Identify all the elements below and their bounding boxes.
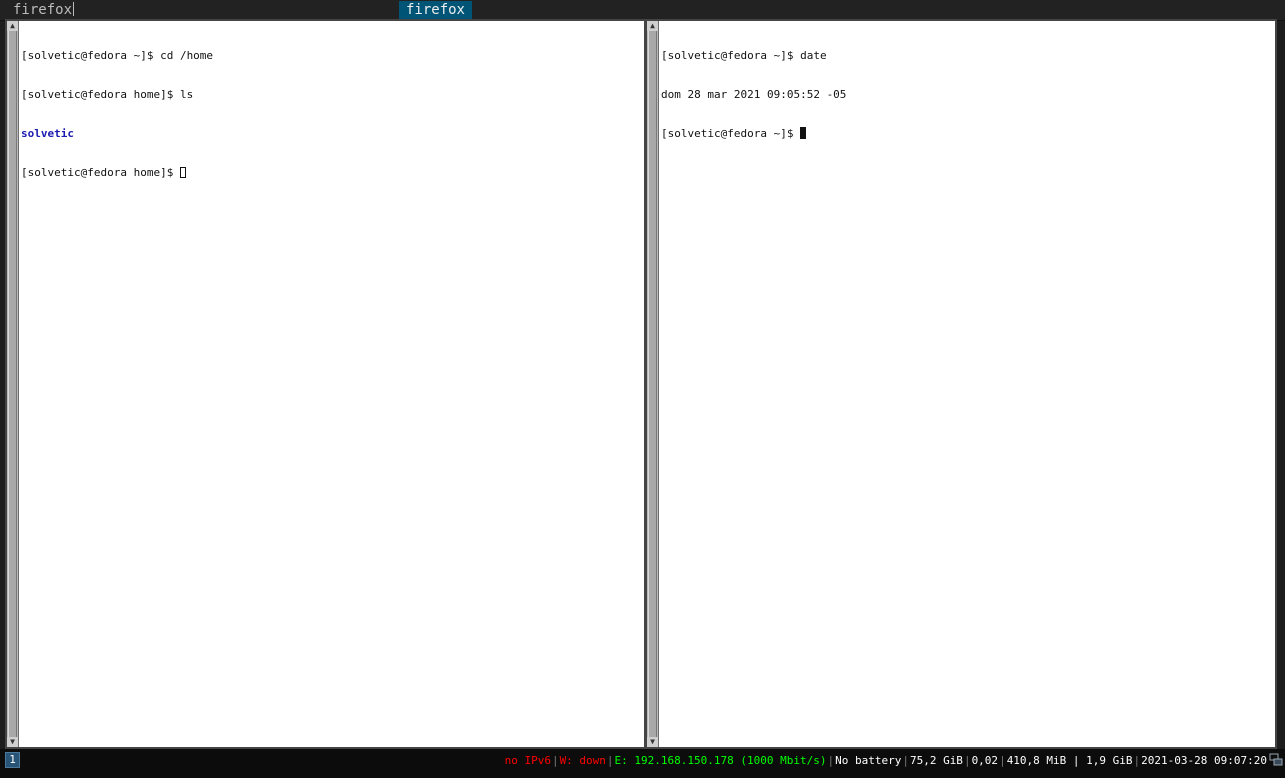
load-status: 0,02 — [971, 754, 999, 767]
datetime-status: 2021-03-28 09:07:20 — [1141, 754, 1267, 767]
prompt-text: [solvetic@fedora ~]$ — [661, 127, 801, 140]
separator: | — [999, 754, 1006, 767]
separator: | — [902, 754, 909, 767]
terminal-window-right[interactable]: ▲ ▼ [solvetic@fedora ~]$ date dom 28 mar… — [645, 19, 1277, 749]
cursor-focused — [800, 127, 807, 139]
memory-status: 410,8 MiB | 1,9 GiB — [1006, 754, 1133, 767]
scroll-thumb[interactable] — [648, 31, 657, 737]
terminal-line: dom 28 mar 2021 09:05:52 -05 — [661, 88, 847, 101]
desktop: firefox firefox ▲ ▼ [solvetic@fedora ~]$… — [0, 0, 1285, 778]
separator: | — [551, 754, 559, 767]
text-caret — [73, 2, 75, 16]
scroll-down-arrow-icon[interactable]: ▼ — [647, 737, 658, 747]
network-icon[interactable] — [1269, 753, 1283, 767]
ethernet-status: E: 192.168.150.178 (1000 Mbit/s) — [614, 754, 827, 767]
scroll-up-arrow-icon[interactable]: ▲ — [7, 21, 18, 31]
battery-status: No battery — [835, 754, 902, 767]
terminal-prompt-line[interactable]: [solvetic@fedora ~]$ — [661, 127, 1273, 140]
wireless-status: W: down — [559, 754, 606, 767]
scroll-down-arrow-icon[interactable]: ▼ — [7, 737, 18, 747]
scrollbar[interactable]: ▲ ▼ — [647, 21, 659, 747]
separator: | — [827, 754, 835, 767]
separator: | — [606, 754, 614, 767]
disk-status: 75,2 GiB — [909, 754, 963, 767]
dmenu-bar[interactable]: firefox firefox — [0, 0, 1285, 21]
terminal-output[interactable]: [solvetic@fedora ~]$ cd /home [solvetic@… — [21, 23, 642, 205]
directory-entry: solvetic — [21, 127, 74, 140]
dmenu-selected-item[interactable]: firefox — [399, 1, 472, 20]
terminal-line: [solvetic@fedora home]$ ls — [21, 88, 194, 101]
dmenu-input[interactable]: firefox — [13, 2, 75, 18]
separator: | — [963, 754, 971, 767]
ipv6-status: no IPv6 — [504, 754, 551, 767]
terminal-prompt-line[interactable]: [solvetic@fedora home]$ — [21, 166, 642, 179]
scroll-thumb[interactable] — [8, 31, 17, 737]
scroll-up-arrow-icon[interactable]: ▲ — [647, 21, 658, 31]
prompt-text: [solvetic@fedora home]$ — [21, 166, 180, 179]
workspace-button[interactable]: 1 — [5, 752, 20, 768]
dmenu-input-text: firefox — [13, 2, 73, 18]
status-bar: 1 no IPv6|W: down|E: 192.168.150.178 (10… — [0, 749, 1285, 778]
terminal-output[interactable]: [solvetic@fedora ~]$ date dom 28 mar 202… — [661, 23, 1273, 166]
terminal-line: [solvetic@fedora ~]$ date — [661, 49, 827, 62]
cursor-unfocused — [179, 167, 186, 178]
scrollbar[interactable]: ▲ ▼ — [7, 21, 19, 747]
separator: | — [1133, 754, 1141, 767]
status-blocks: no IPv6|W: down|E: 192.168.150.178 (1000… — [505, 754, 1267, 768]
terminal-window-left[interactable]: ▲ ▼ [solvetic@fedora ~]$ cd /home [solve… — [5, 19, 646, 749]
terminal-line: [solvetic@fedora ~]$ cd /home — [21, 49, 214, 62]
